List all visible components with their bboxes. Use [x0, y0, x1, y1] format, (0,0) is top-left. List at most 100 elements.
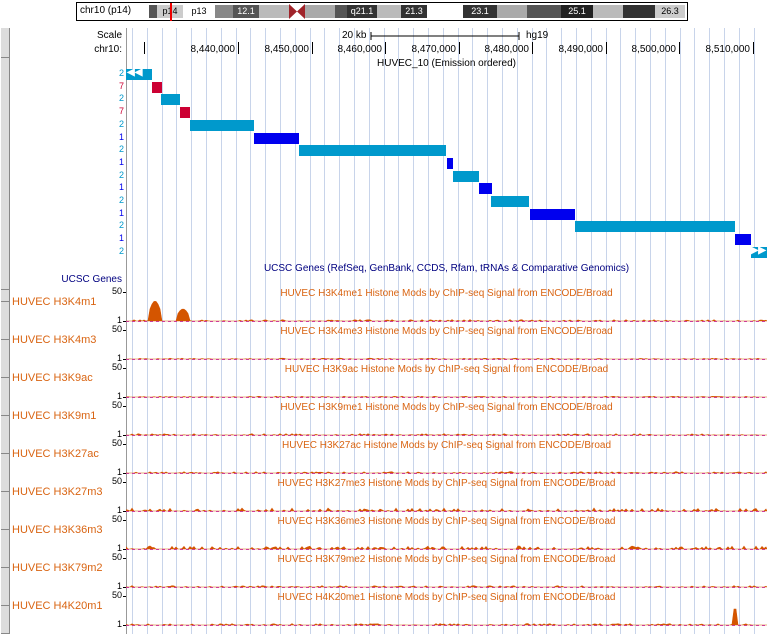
- genes-track-title[interactable]: UCSC Genes (RefSeq, GenBank, CCDS, Rfam,…: [126, 263, 767, 274]
- signal-track-label[interactable]: HUVEC H3K27m3: [12, 486, 102, 498]
- scroll-left-icon[interactable]: ◀◀: [127, 67, 142, 78]
- signal-scale-max: 50: [111, 286, 122, 296]
- ideogram-bands[interactable]: p14p1312.1q21.121.323.125.126.3: [135, 3, 685, 21]
- signal-scale-max: 50: [111, 514, 122, 524]
- centromere-icon: [289, 4, 305, 19]
- chromhmm-segment[interactable]: [152, 82, 162, 93]
- ruler-tick: [312, 42, 313, 54]
- ideogram-band[interactable]: [497, 5, 527, 18]
- chromhmm-segment[interactable]: [453, 171, 479, 182]
- signal-wiggle[interactable]: [126, 283, 767, 323]
- track-drag-handle[interactable]: [1, 302, 9, 340]
- chromhmm-state-label: 7: [118, 81, 124, 91]
- chromhmm-segment[interactable]: [491, 196, 529, 207]
- scroll-right-icon[interactable]: ▶▶: [751, 245, 766, 256]
- chromhmm-state-label: 2: [118, 68, 124, 78]
- ideogram-band[interactable]: [593, 5, 623, 18]
- track-drag-handle[interactable]: [1, 606, 9, 634]
- chromhmm-segment[interactable]: [447, 158, 453, 169]
- ruler-tick: [238, 42, 239, 54]
- chromhmm-segment[interactable]: [254, 133, 299, 144]
- ideogram-band[interactable]: [377, 5, 401, 18]
- ideogram-band[interactable]: p13: [183, 5, 215, 18]
- track-drag-handle[interactable]: [1, 454, 9, 492]
- ideogram-band[interactable]: [259, 5, 289, 18]
- signal-wiggle[interactable]: [126, 359, 767, 399]
- chromosome-ideogram[interactable]: chr10 (p14) p14p1312.1q21.121.323.125.12…: [76, 2, 688, 21]
- signal-wiggle[interactable]: [126, 511, 767, 551]
- chromhmm-segment[interactable]: [190, 120, 254, 131]
- ideogram-band[interactable]: [135, 5, 149, 18]
- ideogram-band[interactable]: 26.3: [655, 5, 685, 18]
- track-drag-handle[interactable]: [1, 530, 9, 568]
- track-drag-handle[interactable]: [1, 378, 9, 416]
- ruler-tick: [679, 42, 680, 54]
- chromhmm-state-label: 2: [118, 144, 124, 154]
- signal-scale-max: 50: [111, 476, 122, 486]
- chromhmm-segment[interactable]: [479, 183, 492, 194]
- track-drag-handle[interactable]: [1, 58, 9, 290]
- signal-wiggle[interactable]: [126, 321, 767, 361]
- ideogram-band[interactable]: [527, 5, 561, 18]
- signal-track-label[interactable]: HUVEC H3K79m2: [12, 562, 102, 574]
- chrom-label: chr10:: [94, 44, 122, 55]
- track-drag-handle[interactable]: [1, 340, 9, 378]
- chromhmm-state-label: 1: [118, 132, 124, 142]
- signal-track-label[interactable]: HUVEC H3K4m3: [12, 334, 96, 346]
- current-position-marker: [170, 3, 172, 21]
- track-drag-handle[interactable]: [1, 568, 9, 606]
- track-drag-handle[interactable]: [1, 28, 9, 58]
- signal-track-label[interactable]: HUVEC H3K36m3: [12, 524, 102, 536]
- ideogram-band[interactable]: [335, 5, 347, 18]
- ruler-position-label: 8,470,000: [411, 44, 457, 55]
- ideogram-band[interactable]: 23.1: [463, 5, 497, 18]
- ruler-position-label: 8,510,000: [705, 44, 751, 55]
- chromhmm-segment[interactable]: [575, 221, 735, 232]
- chromhmm-state-label: 1: [118, 157, 124, 167]
- signal-track-label[interactable]: HUVEC H3K4m1: [12, 296, 96, 308]
- chromhmm-segment[interactable]: [735, 234, 751, 245]
- chromhmm-state-label: 2: [118, 119, 124, 129]
- ruler-tick: [532, 42, 533, 54]
- chromhmm-segment[interactable]: ▶▶: [751, 245, 767, 258]
- chromhmm-state-label: 7: [118, 106, 124, 116]
- signal-wiggle[interactable]: [126, 587, 767, 627]
- signal-wiggle[interactable]: [126, 397, 767, 437]
- chromhmm-segment[interactable]: [161, 94, 180, 105]
- ideogram-band[interactable]: [149, 5, 157, 18]
- chromhmm-state-label: 2: [118, 195, 124, 205]
- ideogram-band[interactable]: q21.1: [347, 5, 377, 18]
- ideogram-band[interactable]: [215, 5, 233, 18]
- track-drag-handle[interactable]: [1, 290, 9, 302]
- signal-track-label[interactable]: HUVEC H3K9ac: [12, 372, 93, 384]
- signal-track-label[interactable]: HUVEC H4K20m1: [12, 600, 102, 612]
- signal-wiggle[interactable]: [126, 435, 767, 475]
- ideogram-band[interactable]: [623, 5, 655, 18]
- ideogram-band[interactable]: 25.1: [561, 5, 593, 18]
- chromhmm-segment[interactable]: ◀◀: [126, 67, 152, 80]
- ideogram-band[interactable]: 21.3: [401, 5, 427, 18]
- signal-track-label[interactable]: HUVEC H3K9m1: [12, 410, 96, 422]
- track-drag-rail[interactable]: [1, 28, 10, 634]
- signal-wiggle[interactable]: [126, 549, 767, 589]
- signal-track-label[interactable]: HUVEC H3K27ac: [12, 448, 99, 460]
- chromhmm-state-label: 1: [118, 233, 124, 243]
- track-display-area[interactable]: 20 kb hg19 8,440,000 8,450,000 8,460,000 8,…: [126, 28, 767, 634]
- signal-wiggle[interactable]: [126, 473, 767, 513]
- ideogram-label: chr10 (p14): [80, 5, 132, 16]
- chromhmm-state-label: 2: [118, 246, 124, 256]
- chromhmm-segment[interactable]: [530, 209, 575, 220]
- genes-track-label[interactable]: UCSC Genes: [61, 274, 122, 285]
- chromhmm-segment[interactable]: [299, 145, 446, 156]
- ruler-position-label: 8,450,000: [264, 44, 310, 55]
- ideogram-band[interactable]: [305, 5, 335, 18]
- chromhmm-segment[interactable]: [180, 107, 190, 118]
- track-drag-handle[interactable]: [1, 492, 9, 530]
- chromhmm-state-label: 2: [118, 220, 124, 230]
- ruler-tick: [606, 42, 607, 54]
- ruler-position-label: 8,500,000: [631, 44, 677, 55]
- track-drag-handle[interactable]: [1, 416, 9, 454]
- ideogram-band[interactable]: [427, 5, 463, 18]
- ideogram-band[interactable]: 12.1: [233, 5, 259, 18]
- ruler-tick: [753, 42, 754, 54]
